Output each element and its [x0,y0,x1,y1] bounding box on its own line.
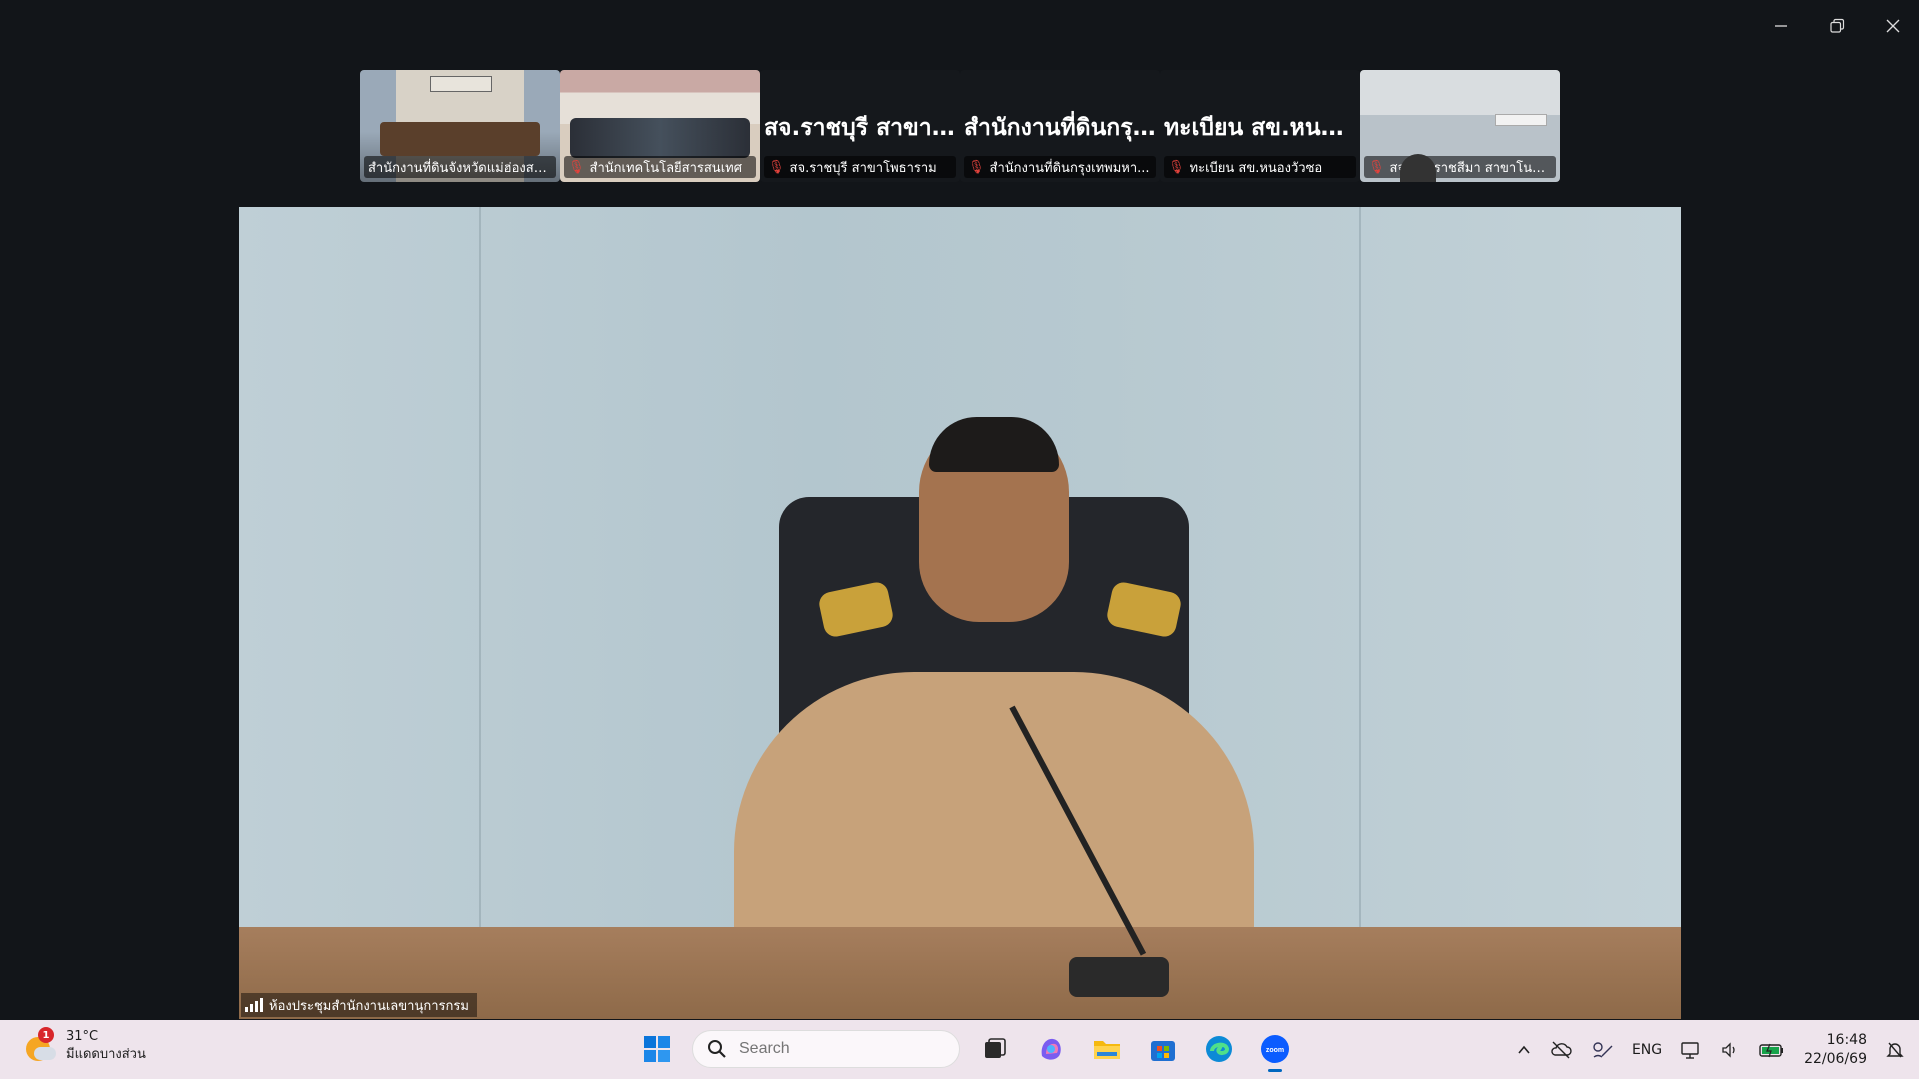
system-tray: ENG 16:48 22/06/69 [1516,1020,1919,1079]
copilot-icon [1041,1038,1061,1060]
network-icon[interactable] [1680,1040,1702,1060]
mic-muted-icon: 🎙 [1368,159,1385,175]
clock-date: 22/06/69 [1804,1050,1867,1067]
signal-strength-icon [245,998,263,1012]
weather-temperature: 31°C [66,1029,99,1044]
participant-label: 🎙 สจ.นครราชสีมา สาขาโนน... [1364,156,1556,178]
speaker-name-label: ห้องประชุมสำนักงานเลขานุการกรม [241,993,477,1017]
volume-icon[interactable] [1720,1040,1740,1060]
search-icon [708,1040,726,1058]
notification-badge: 1 [38,1027,54,1043]
participant-tile[interactable]: 🎙 สจ.นครราชสีมา สาขาโนน... [1360,70,1560,182]
windows-start-button[interactable] [636,1028,678,1070]
input-language-indicator[interactable]: ENG [1632,1042,1662,1058]
participant-label: 🎙 ทะเบียน สข.หนองวัวซอ [1164,156,1356,178]
microsoft-store-button[interactable] [1142,1028,1184,1070]
participant-name: สจ.ราชบุรี สาขาโพธาราม [789,160,937,176]
notification-bell-icon[interactable] [1885,1040,1905,1060]
microsoft-store-icon [1151,1041,1175,1061]
task-view-icon [985,1038,1006,1058]
mic-muted-icon: 🎙 [968,159,985,175]
chevron-up-icon[interactable] [1516,1042,1532,1058]
close-button[interactable] [1877,10,1909,42]
participant-display-name: สจ.ราชบุรี สาขาโ... [764,115,960,141]
weather-partly-sunny-icon: 1 [24,1027,58,1063]
zoom-app-button[interactable]: zoom [1254,1028,1296,1072]
participant-tile[interactable]: สำนักงานที่ดินกรุ... 🎙 สำนักงานที่ดินกรุ… [960,70,1160,182]
participant-label: 🎙 สจ.ราชบุรี สาขาโพธาราม [764,156,956,178]
battery-charging-icon[interactable] [1758,1041,1786,1059]
participant-tile[interactable]: สำนักงานที่ดินจังหวัดแม่ฮ่องสอ... [360,70,560,182]
task-view-button[interactable] [974,1028,1016,1070]
cloud-offline-icon[interactable] [1550,1040,1572,1060]
edge-browser-button[interactable] [1198,1028,1240,1070]
participant-display-name: ทะเบียน สข.หนอ... [1164,115,1360,141]
wall-panel-line [1359,207,1361,1019]
weather-widget[interactable]: 1 31°C มีแดดบางส่วน [24,1027,146,1064]
participant-tile[interactable]: 🎙 สำนักเทคโนโลยีสารสนเทศ [560,70,760,182]
zoom-meeting-window: สำนักงานที่ดินจังหวัดแม่ฮ่องสอ... 🎙 สำนั… [0,0,1919,1020]
minimize-icon [1775,25,1787,27]
copilot-button[interactable] [1030,1028,1072,1070]
restore-icon [1830,18,1845,33]
participant-label: สำนักงานที่ดินจังหวัดแม่ฮ่องสอ... [364,156,556,178]
close-icon [1886,19,1900,33]
minimize-button[interactable] [1765,10,1797,42]
participant-gallery: สำนักงานที่ดินจังหวัดแม่ฮ่องสอ... 🎙 สำนั… [360,70,1560,182]
windows-start-icon [644,1036,670,1062]
search-input[interactable] [737,1039,931,1059]
mic-muted-icon: 🎙 [1168,159,1185,175]
participant-label: 🎙 สำนักงานที่ดินกรุงเทพมหา... [964,156,1156,178]
mic-muted-icon: 🎙 [568,159,585,175]
participant-name: สจ.นครราชสีมา สาขาโนน... [1389,160,1552,176]
microphone-base [1069,957,1169,997]
edge-icon [1206,1036,1232,1062]
taskbar-apps: zoom [636,1028,1296,1072]
participant-name: ทะเบียน สข.หนองวัวซอ [1189,160,1323,176]
speaker-hair [929,417,1059,472]
weather-description: มีแดดบางส่วน [66,1047,146,1062]
pen-location-icon[interactable] [1590,1040,1614,1060]
window-controls [1765,10,1909,42]
windows-taskbar: 1 31°C มีแดดบางส่วน Search zoom ENG 16:4… [0,1020,1919,1079]
participant-name: สำนักงานที่ดินกรุงเทพมหา... [989,160,1150,176]
file-explorer-icon [1094,1041,1120,1059]
active-speaker-video[interactable]: ห้องประชุมสำนักงานเลขานุการกรม [239,207,1681,1019]
participant-tile[interactable]: สจ.ราชบุรี สาขาโ... 🎙 สจ.ราชบุรี สาขาโพธ… [760,70,960,182]
file-explorer-button[interactable] [1086,1028,1128,1070]
participant-label: 🎙 สำนักเทคโนโลยีสารสนเทศ [564,156,756,178]
participant-name: สำนักงานที่ดินจังหวัดแม่ฮ่องสอ... [368,160,552,176]
zoom-icon: zoom [1261,1035,1289,1063]
svg-text:zoom: zoom [1266,1047,1284,1054]
participant-display-name: สำนักงานที่ดินกรุ... [964,115,1159,141]
restore-button[interactable] [1821,10,1853,42]
wall-panel-line [479,207,481,1019]
mic-muted-icon: 🎙 [768,159,785,175]
participant-tile[interactable]: ทะเบียน สข.หนอ... 🎙 ทะเบียน สข.หนองวัวซอ [1160,70,1360,182]
speaker-name: ห้องประชุมสำนักงานเลขานุการกรม [269,998,469,1014]
taskbar-search-box[interactable] [692,1030,960,1068]
clock-time: 16:48 [1826,1031,1867,1048]
system-clock[interactable]: 16:48 22/06/69 [1804,1031,1867,1069]
participant-name: สำนักเทคโนโลยีสารสนเทศ [589,160,742,176]
